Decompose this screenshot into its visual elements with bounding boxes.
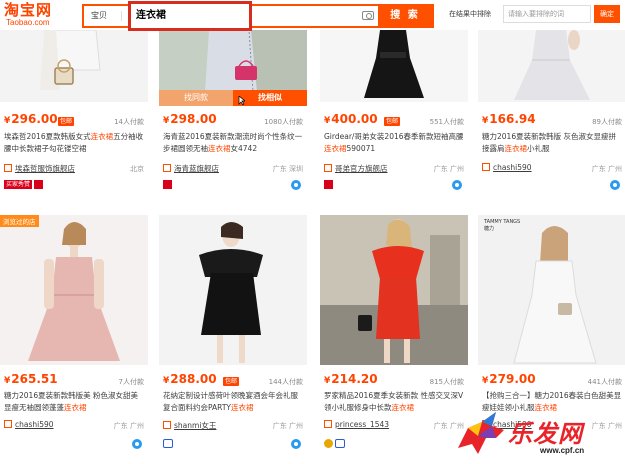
wangwang-chat-icon[interactable] <box>132 439 142 449</box>
location: 广东 广州 <box>433 165 464 173</box>
product-image[interactable] <box>320 215 468 365</box>
watermark: 乐发网 www.cpf.cn <box>452 406 622 462</box>
product-image[interactable] <box>478 215 625 365</box>
store-icon <box>4 164 12 172</box>
product-image[interactable] <box>159 215 307 365</box>
product-card[interactable]: ¥166.94 89人付款 糖力2016夏装新款韩版 灰色淑女显瘦拼接露肩连衣裙… <box>478 30 625 210</box>
brand-icon[interactable] <box>163 439 173 448</box>
exclude-input[interactable]: 请输入要排除的词 <box>503 5 591 23</box>
image-action-bar: 找同款 找相似 <box>159 90 307 106</box>
location: 广东 深圳 <box>272 165 303 173</box>
product-price: ¥265.51 <box>4 372 58 386</box>
visited-shop-tag: 浏览过的店 <box>0 215 39 227</box>
brand-sign: TAMMY TANGS 糖力 <box>484 219 521 232</box>
product-card[interactable]: 浏览过的店 ¥265.51 7人付款 糖力2016夏装新款韩版美 粉色淑女甜美显… <box>0 215 148 455</box>
product-card[interactable]: 找同款 找相似 ¥298.00 1080人付款 海青蓝2016夏装新款潮流时尚个… <box>159 30 307 210</box>
product-card[interactable]: ¥400.00 包邮 551人付款 Girdear/哥弟女装2016春季新款短袖… <box>320 30 468 210</box>
search-category-select[interactable]: 宝贝 <box>84 6 122 26</box>
paid-count: 144人付款 <box>268 378 303 386</box>
tmall-icon[interactable] <box>324 180 333 189</box>
location: 广东 广州 <box>113 422 144 430</box>
shop-link[interactable]: chashi590 <box>482 163 532 172</box>
brand-icon[interactable] <box>335 439 345 448</box>
tmall-icon[interactable] <box>34 180 44 189</box>
product-title[interactable]: Girdear/哥弟女装2016春季新款短袖高腰连衣裙590071 <box>324 131 464 155</box>
product-price: ¥166.94 <box>482 112 536 126</box>
service-icons <box>324 180 335 190</box>
product-price: ¥288.00 <box>163 372 217 386</box>
horse-logo-icon <box>458 412 504 454</box>
find-same-button[interactable]: 找同款 <box>159 90 233 106</box>
store-icon <box>163 421 171 429</box>
wangwang-chat-icon[interactable] <box>452 180 462 190</box>
wangwang-chat-icon[interactable] <box>291 439 301 449</box>
location: 广东 广州 <box>591 165 622 173</box>
product-title[interactable]: 糖力2016夏装新款韩版 灰色淑女显瘦拼接露肩连衣裙小礼服 <box>482 131 622 155</box>
search-button[interactable]: 搜 索 <box>378 6 432 26</box>
product-title[interactable]: 罗家精品2016夏季女装新款 性感交叉深V领小礼服修身中长款连衣裙 <box>324 390 464 414</box>
paid-count: 551人付款 <box>429 118 464 126</box>
location: 北京 <box>130 165 144 173</box>
exclude-confirm-button[interactable]: 确定 <box>594 5 620 23</box>
search-box: 宝贝 连衣裙 搜 索 <box>82 1 434 31</box>
product-title[interactable]: 花纳定制设计感荷叶领晚宴酒会年会礼服 复合面料约会PARTY连衣裙 <box>163 390 303 414</box>
wangwang-chat-icon[interactable] <box>291 180 301 190</box>
store-icon <box>324 164 332 172</box>
product-image[interactable] <box>478 30 625 102</box>
exclude-label: 在结果中排除 <box>449 10 491 18</box>
product-image[interactable] <box>320 30 468 102</box>
paid-count: 441人付款 <box>587 378 622 386</box>
wangwang-chat-icon[interactable] <box>610 180 620 190</box>
top-bar: 淘宝网 Taobao.com 宝贝 连衣裙 搜 索 在结果中排除 请输入要排除的… <box>0 0 625 31</box>
store-icon <box>482 163 490 171</box>
product-image[interactable] <box>0 30 148 102</box>
taobao-logo[interactable]: 淘宝网 Taobao.com <box>4 2 64 27</box>
tmall-icon[interactable] <box>163 180 172 189</box>
product-price: ¥296.00 <box>4 112 58 126</box>
product-card[interactable]: ¥296.00 包邮 14人付款 埃森哲2016夏款韩版女式连衣裙五分袖收腰中长… <box>0 30 148 210</box>
store-icon <box>4 420 12 428</box>
store-icon <box>324 420 332 428</box>
gold-seller-icon[interactable] <box>324 439 333 448</box>
free-shipping-badge: 包邮 <box>384 117 401 126</box>
service-icons <box>163 439 175 449</box>
camera-icon[interactable] <box>362 11 374 20</box>
product-title[interactable]: 海青蓝2016夏装新款潮流时尚个性条纹一步裙圆领无袖连衣裙女4742 <box>163 131 303 155</box>
product-title[interactable]: 糖力2016夏装新款韩版美 粉色淑女甜美显瘦无袖圆领蓬蓬连衣裙 <box>4 390 144 414</box>
logo-text-cn: 淘宝网 <box>4 1 53 19</box>
location: 广东 广州 <box>272 422 303 430</box>
product-price: ¥214.20 <box>324 372 378 386</box>
product-image[interactable] <box>0 215 148 365</box>
paid-count: 7人付款 <box>118 378 144 386</box>
paid-count: 14人付款 <box>114 118 144 126</box>
shop-link[interactable]: chashi590 <box>4 420 54 429</box>
product-price: ¥400.00 <box>324 112 378 126</box>
product-price: ¥279.00 <box>482 372 536 386</box>
shop-link[interactable]: 哥弟官方旗舰店 <box>324 163 388 174</box>
shop-link[interactable]: 海青蓝旗舰店 <box>163 163 219 174</box>
paid-count: 815人付款 <box>429 378 464 386</box>
product-card[interactable]: ¥288.00 包邮 144人付款 花纳定制设计感荷叶领晚宴酒会年会礼服 复合面… <box>159 215 307 455</box>
watermark-url: www.cpf.cn <box>540 446 585 455</box>
buyer-show-tag[interactable]: 买家秀赞 <box>4 180 33 189</box>
store-icon <box>163 164 171 172</box>
search-input[interactable]: 连衣裙 <box>128 1 252 31</box>
product-title[interactable]: 埃森哲2016夏款韩版女式连衣裙五分袖收腰中长款裙子勾花镂空裙 <box>4 131 144 155</box>
logo-text-en: Taobao.com <box>6 18 50 27</box>
service-icons <box>163 180 174 190</box>
service-icons <box>324 439 347 449</box>
product-card[interactable]: ¥214.20 815人付款 罗家精品2016夏季女装新款 性感交叉深V领小礼服… <box>320 215 468 455</box>
mouse-cursor-icon <box>238 96 245 106</box>
free-shipping-badge: 包邮 <box>58 117 75 126</box>
paid-count: 1080人付款 <box>264 118 303 126</box>
paid-count: 89人付款 <box>592 118 622 126</box>
watermark-text: 乐发网 <box>508 420 583 448</box>
shop-link[interactable]: princess_1543 <box>324 420 389 429</box>
free-shipping-badge: 包邮 <box>223 377 240 386</box>
product-price: ¥298.00 <box>163 112 217 126</box>
service-icons: 买家秀赞 <box>4 180 45 190</box>
shop-link[interactable]: 埃森哲服饰旗舰店 <box>4 163 75 174</box>
shop-link[interactable]: shanmi女王 <box>163 420 216 431</box>
